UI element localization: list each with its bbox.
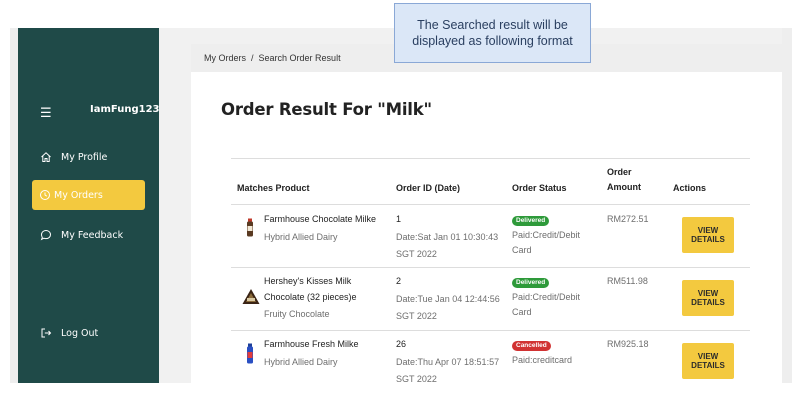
view-details-button[interactable]: VIEW DETAILS <box>682 280 734 316</box>
order-date-line2: SGT 2022 <box>396 311 437 321</box>
sidebar-item-label: Log Out <box>61 327 99 339</box>
frame-left-edge <box>10 28 18 383</box>
order-date-line1: Date:Thu Apr 07 18:51:57 <box>396 356 500 367</box>
sidebar-item-my-feedback[interactable]: My Feedback <box>32 220 145 250</box>
sidebar-item-label: My Profile <box>61 151 108 163</box>
payment-line1: Paid:Credit/Debit <box>512 291 581 302</box>
sidebar-item-label: My Orders <box>54 189 103 201</box>
product-cell: Farmhouse Chocolate Milke Hybrid Allied … <box>264 212 376 245</box>
fresh-milk-bottle-icon <box>247 343 253 364</box>
breadcrumb-link-my-orders[interactable]: My Orders <box>204 53 246 63</box>
product-brand: Hybrid Allied Dairy <box>264 231 338 242</box>
column-header-amount-line1: Order <box>607 167 632 177</box>
order-id: 26 <box>396 339 407 349</box>
payment-line1: Paid:Credit/Debit <box>512 229 581 240</box>
username: IamFung123 <box>90 104 160 115</box>
order-amount: RM511.98 <box>607 276 648 286</box>
status-badge: Cancelled <box>512 341 551 351</box>
product-name: Farmhouse Chocolate Milke <box>264 214 377 224</box>
status-cell: Delivered Paid:Credit/Debit Card <box>512 212 580 259</box>
app-window: ☰ IamFung123 My Profile My Orders My Fee… <box>0 0 800 400</box>
table-header-divider <box>231 204 750 205</box>
order-id-cell: 2 Date:Tue Jan 04 12:44:56 SGT 2022 <box>396 274 500 325</box>
sidebar-item-log-out[interactable]: Log Out <box>32 318 145 348</box>
product-name-line2: Chocolate (32 pieces)e <box>264 291 357 302</box>
status-badge: Delivered <box>512 216 550 226</box>
order-amount: RM272.51 <box>607 214 649 224</box>
column-header-order-id: Order ID (Date) <box>396 183 461 193</box>
column-header-status: Order Status <box>512 183 567 193</box>
annotation-callout: The Searched result will be displayed as… <box>394 3 591 63</box>
payment-line2: Card <box>512 307 532 317</box>
product-cell: Hershey's Kisses Milk Chocolate (32 piec… <box>264 274 357 323</box>
column-header-amount: Order Amount <box>607 165 641 195</box>
product-name-line1: Hershey's Kisses Milk <box>264 276 352 286</box>
sidebar-item-label: My Feedback <box>61 229 124 241</box>
order-date-line1: Date:Sat Jan 01 10:30:43 <box>396 231 499 242</box>
sidebar-item-my-orders[interactable]: My Orders <box>32 180 145 210</box>
order-date-line2: SGT 2022 <box>396 374 437 384</box>
logout-icon <box>39 326 53 340</box>
page-title: Order Result For "Milk" <box>221 100 432 119</box>
order-id-cell: 26 Date:Thu Apr 07 18:51:57 SGT 2022 <box>396 337 499 388</box>
order-date-line1: Date:Tue Jan 04 12:44:56 <box>396 293 500 304</box>
hamburger-menu-icon[interactable]: ☰ <box>40 106 52 121</box>
sidebar: ☰ IamFung123 My Profile My Orders My Fee… <box>18 28 160 383</box>
frame-right-edge <box>782 28 792 383</box>
payment-line1: Paid:creditcard <box>512 354 573 365</box>
column-header-actions: Actions <box>673 183 707 193</box>
product-cell: Farmhouse Fresh Milke Hybrid Allied Dair… <box>264 337 359 370</box>
order-date-line2: SGT 2022 <box>396 249 437 259</box>
chocolate-milk-bottle-icon <box>247 218 253 237</box>
order-id-cell: 1 Date:Sat Jan 01 10:30:43 SGT 2022 <box>396 212 498 263</box>
column-header-product: Matches Product <box>237 183 310 193</box>
order-id: 2 <box>396 276 402 286</box>
payment-line2: Card <box>512 245 532 255</box>
view-details-button[interactable]: VIEW DETAILS <box>682 217 734 253</box>
breadcrumb-separator: / <box>251 53 254 63</box>
status-cell: Delivered Paid:Credit/Debit Card <box>512 274 580 321</box>
product-name: Farmhouse Fresh Milke <box>264 339 359 349</box>
table-top-divider <box>231 158 750 159</box>
home-icon <box>39 150 53 164</box>
product-brand: Fruity Chocolate <box>264 309 330 319</box>
product-brand: Hybrid Allied Dairy <box>264 356 338 367</box>
breadcrumb-current: Search Order Result <box>258 53 341 63</box>
order-amount: RM925.18 <box>607 339 649 349</box>
chocolate-kisses-icon <box>242 289 260 304</box>
chat-bubble-icon <box>39 228 53 242</box>
sidebar-item-my-profile[interactable]: My Profile <box>32 142 145 172</box>
row-divider <box>231 267 750 268</box>
view-details-button[interactable]: VIEW DETAILS <box>682 343 734 379</box>
status-badge: Delivered <box>512 278 550 288</box>
column-header-amount-line2: Amount <box>607 182 641 192</box>
row-divider <box>231 330 750 331</box>
history-clock-icon <box>38 188 52 202</box>
order-id: 1 <box>396 214 402 224</box>
status-cell: Cancelled Paid:creditcard <box>512 337 572 368</box>
